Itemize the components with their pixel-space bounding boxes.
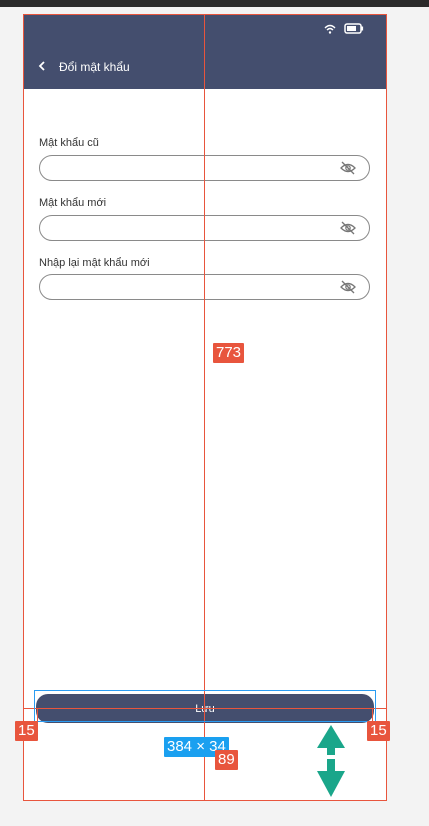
center-guide (204, 14, 205, 801)
eye-off-icon[interactable] (339, 280, 357, 294)
phone-screen: Đổi mật khẩu Mật khẩu cũ Mật khẩu mới Nh… (24, 15, 386, 800)
chevron-left-icon (38, 61, 45, 71)
selection-box (34, 690, 376, 722)
confirm-password-label: Nhập lại mật khẩu mới (39, 257, 150, 269)
new-password-label: Mật khẩu mới (39, 197, 107, 209)
app-bar: Đổi mật khẩu (24, 15, 386, 89)
height-badge: 773 (213, 343, 245, 363)
wifi-icon (324, 24, 336, 34)
old-password-label: Mật khẩu cũ (39, 137, 99, 149)
old-password-input[interactable] (52, 159, 332, 177)
resize-down-arrow-icon[interactable] (316, 759, 346, 799)
eye-off-icon[interactable] (339, 221, 357, 235)
status-bar (324, 23, 364, 34)
offset-badge: 89 (215, 750, 238, 770)
new-password-input[interactable] (52, 219, 332, 237)
left-margin-badge: 15 (15, 721, 38, 741)
window-top-bar (0, 0, 429, 7)
resize-up-arrow-icon[interactable] (316, 724, 346, 756)
confirm-password-input[interactable] (52, 278, 332, 296)
back-button[interactable] (38, 59, 46, 73)
right-margin-badge: 15 (367, 721, 390, 741)
page-title: Đổi mật khẩu (59, 60, 130, 74)
eye-off-icon[interactable] (339, 161, 357, 175)
battery-icon (344, 23, 364, 34)
